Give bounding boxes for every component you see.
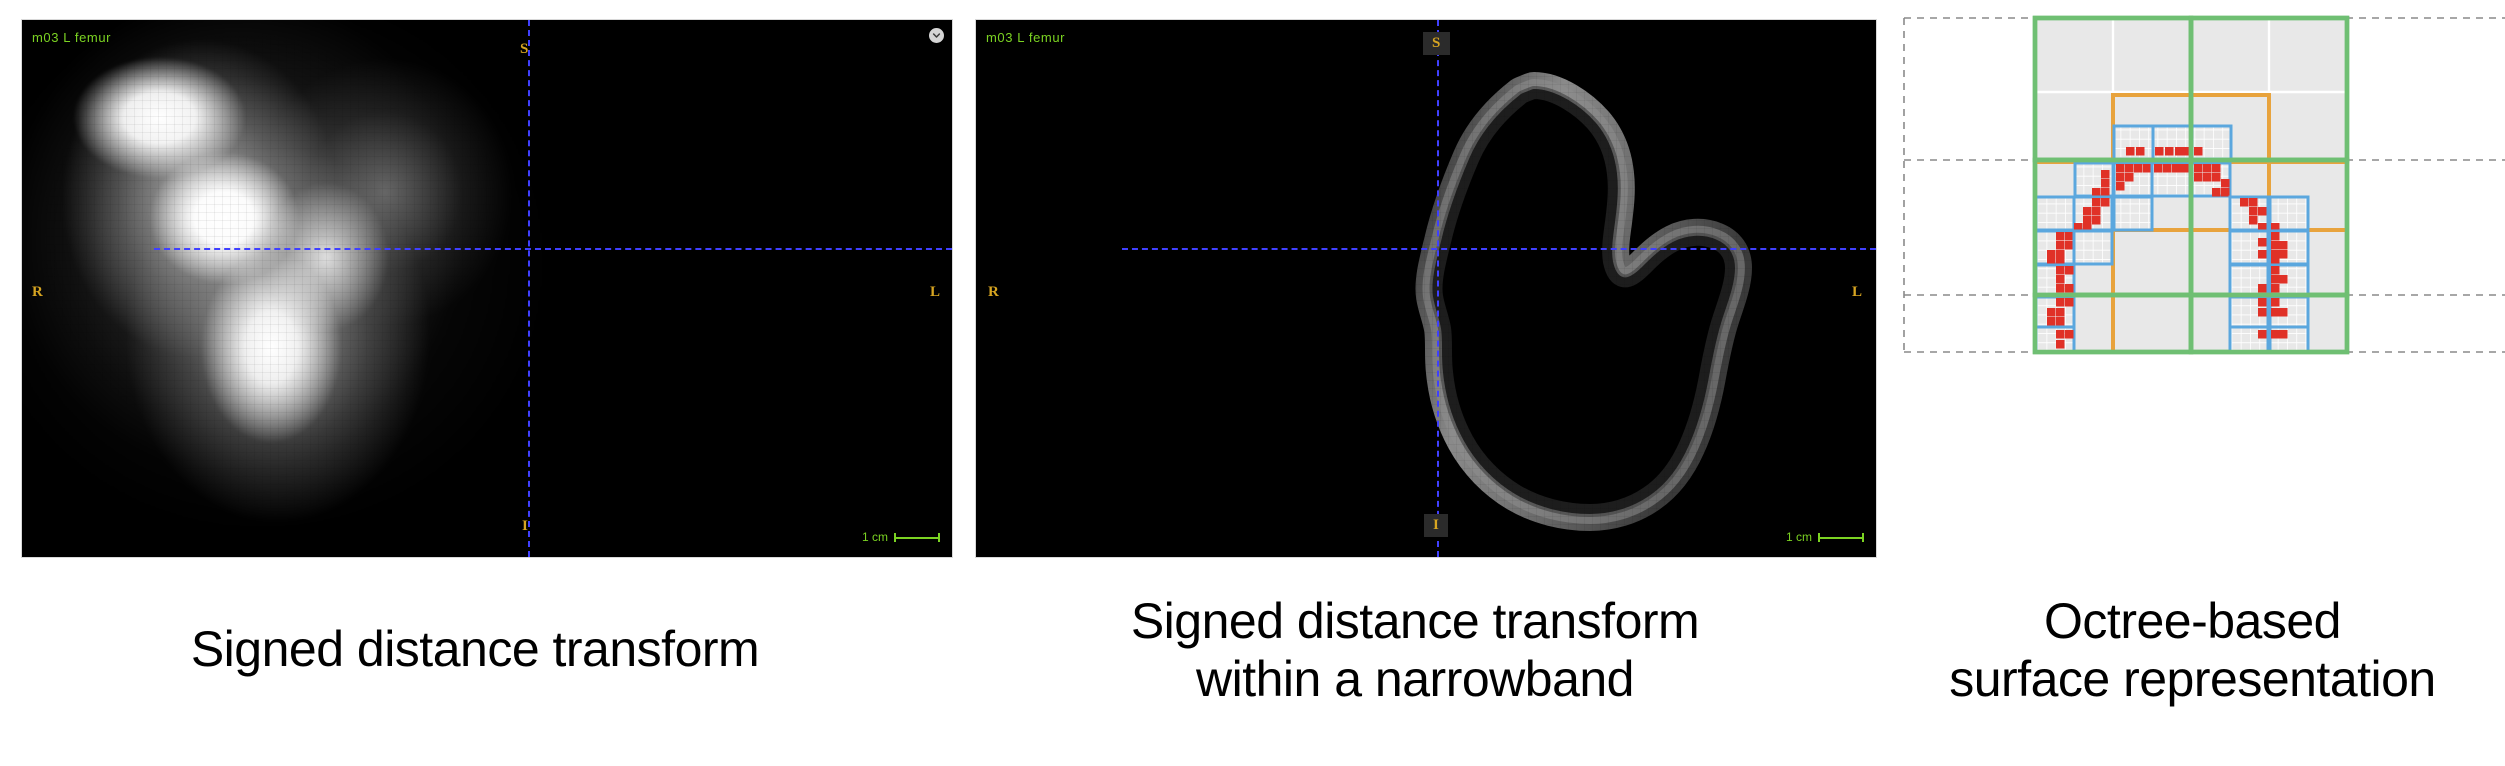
leaf-cell [2112, 195, 2154, 232]
leaf-cell [2268, 295, 2310, 329]
surface-voxels [2154, 164, 2189, 173]
medical-image-viewer-2[interactable]: m03 L femur S I R L 1 cm [976, 20, 1876, 557]
scale-bar-line-2 [1818, 532, 1864, 542]
chevron-down-icon [932, 33, 941, 38]
scale-bar-1: 1 cm [862, 531, 940, 543]
leaf-cell [2190, 124, 2233, 161]
leaf-cell [2150, 161, 2192, 198]
figure-root: m03 L femur S I R L 1 cm Signed distance… [0, 0, 2505, 766]
octree-diagram[interactable] [1880, 0, 2505, 600]
orientation-superior-2: S [1423, 32, 1450, 55]
leaf-cell [2228, 263, 2270, 297]
slice-label-2: m03 L femur [986, 30, 1066, 45]
orientation-inferior-2: I [1424, 514, 1449, 537]
leaf-cell [2034, 195, 2076, 232]
scale-bar-line-1 [894, 532, 940, 542]
leaf-cell [2034, 325, 2076, 354]
leaf-cell [2268, 195, 2310, 232]
panel-signed-distance-transform: m03 L femur S I R L 1 cm Signed distance… [0, 0, 952, 766]
leaf-cell [2072, 229, 2114, 266]
surface-voxels [2155, 147, 2192, 156]
panel-octree-surface-representation: Octree-based surface representation [1880, 0, 2505, 766]
orientation-left-2: L [1852, 284, 1863, 300]
caption-panel-3: Octree-based surface representation [1949, 593, 2436, 707]
scale-bar-label-1: 1 cm [861, 530, 888, 544]
leaf-cell [2112, 124, 2155, 161]
leaf-cell [2112, 161, 2154, 198]
narrowband-field-image [976, 20, 1876, 557]
leaf-cell [2151, 124, 2194, 161]
caption-panel-2: Signed distance transform within a narro… [1130, 593, 1700, 707]
leaf-cell [2034, 229, 2076, 267]
scale-bar-label-2: 1 cm [1785, 530, 1812, 544]
leaf-cell [2190, 161, 2232, 198]
surface-voxels [2194, 147, 2203, 156]
leaf-cell [2228, 229, 2270, 266]
leaf-cell [2073, 161, 2115, 198]
leaf-cell [2228, 195, 2270, 232]
leaf-cell [2268, 325, 2310, 354]
surface-voxels [2271, 330, 2288, 339]
viewer-canvas-2 [976, 20, 1876, 557]
orientation-superior-1: S [520, 41, 529, 57]
orientation-inferior-1: I [522, 518, 529, 534]
panel-signed-distance-transform-narrowband: m03 L femur S I R L 1 cm Signed distance… [950, 0, 1880, 766]
viewer-canvas-1 [22, 20, 952, 557]
slice-label-1: m03 L femur [32, 30, 112, 45]
leaf-cell [2268, 229, 2310, 267]
leaf-cell [2072, 195, 2114, 232]
orientation-right-1: R [32, 284, 44, 300]
leaf-cell [2034, 295, 2076, 329]
leaf-cell [2268, 263, 2310, 297]
leaf-cell [2228, 325, 2270, 354]
viewer-corner-badge-1[interactable] [929, 28, 944, 43]
leaf-cell [2228, 295, 2270, 329]
surface-voxels [2258, 330, 2267, 339]
orientation-right-2: R [988, 284, 1000, 300]
scale-bar-2: 1 cm [1786, 531, 1864, 543]
leaf-cell [2034, 263, 2076, 297]
signed-distance-field-image [22, 20, 952, 557]
medical-image-viewer-1[interactable]: m03 L femur S I R L 1 cm [22, 20, 952, 557]
surface-voxels [2258, 284, 2267, 293]
orientation-left-1: L [930, 284, 941, 300]
caption-panel-1: Signed distance transform [190, 621, 760, 677]
octree-svg [1903, 15, 2505, 355]
